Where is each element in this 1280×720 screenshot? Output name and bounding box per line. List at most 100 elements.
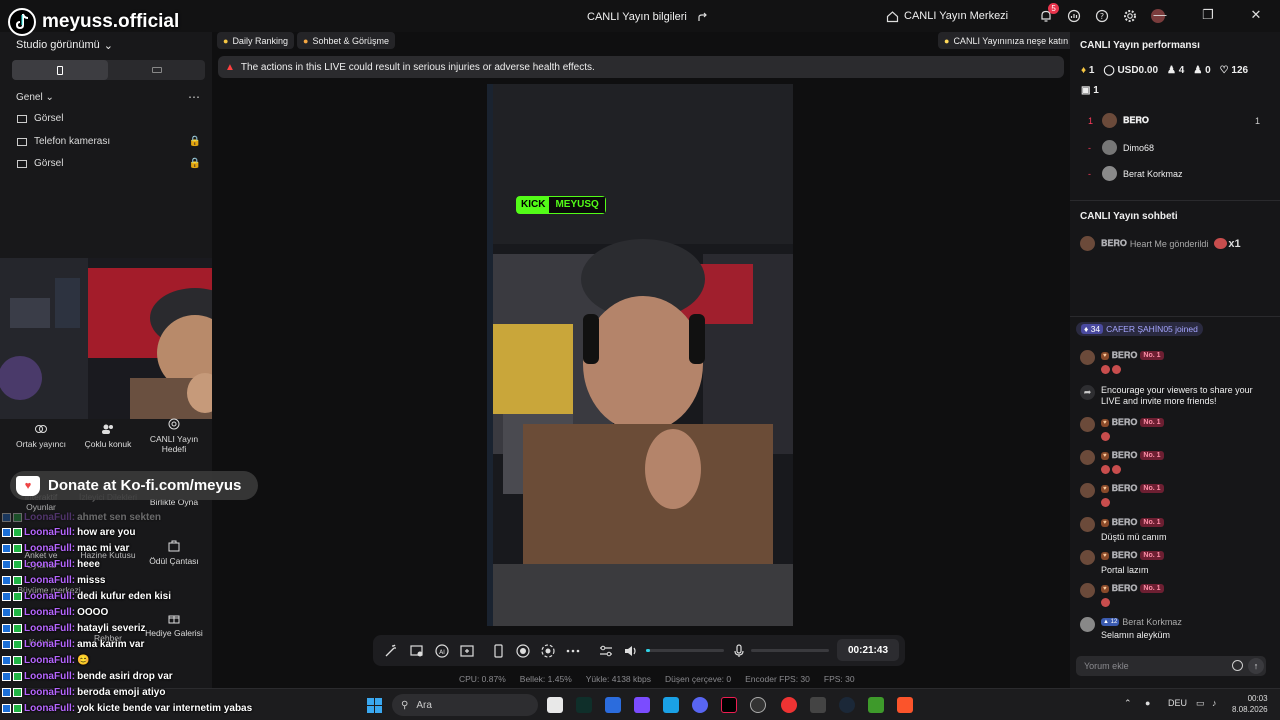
stats-icon[interactable] [1066, 8, 1082, 24]
gift-message: 𝐁𝐄𝐑𝐎 Heart Me gönderildi x1 [1080, 236, 1270, 251]
windows-start-icon[interactable] [367, 698, 382, 713]
more-icon[interactable]: ⋯ [188, 90, 200, 104]
send-icon[interactable]: ↑ [1248, 658, 1264, 674]
fun-tip-chip[interactable]: ● CANLI Yayınınıza neşe katın [938, 32, 1075, 49]
minecraft-icon[interactable] [868, 697, 884, 713]
effects-icon[interactable] [409, 643, 425, 659]
kick-badge-icon [2, 592, 11, 601]
chatgpt-icon[interactable] [750, 697, 766, 713]
gift-icon [167, 612, 181, 624]
capture-icon[interactable] [540, 643, 556, 659]
overlay-chat-text: heee [77, 559, 100, 570]
tool-live-goal[interactable]: CANLI Yayın Hedefi [142, 418, 206, 454]
chat-message: ♥ 𝐁𝐄𝐑𝐎 No. 1 [1080, 350, 1270, 376]
overlay-chat-text: yok kicte bende var internetim yabas [77, 703, 253, 714]
magic-wand-icon[interactable] [383, 643, 399, 659]
comment-input[interactable]: Yorum ekle ↑ [1076, 656, 1266, 676]
overlay-chat-text: OOOO [77, 607, 109, 618]
file-explorer-icon[interactable] [547, 697, 563, 713]
studio-view-dropdown[interactable]: Studio görünümü ⌄ [16, 39, 113, 52]
lock-icon[interactable]: 🔒 [189, 158, 201, 169]
record-icon[interactable] [515, 643, 531, 659]
lock-icon[interactable]: 🔒 [189, 136, 201, 147]
sub-badge-icon [13, 608, 22, 617]
language-indicator[interactable]: DEU [1168, 698, 1187, 708]
chat-call-chip[interactable]: ● Sohbet & Görüşme [297, 32, 395, 49]
divider [1070, 316, 1280, 317]
ai-icon[interactable]: AI [434, 643, 450, 659]
brave-icon[interactable] [897, 697, 913, 713]
chevron-up-icon[interactable]: ⌃ [1124, 698, 1132, 709]
volume-icon[interactable]: ♪ [1212, 698, 1217, 708]
tool-gift-gallery[interactable]: Hediye Galerisi [142, 612, 206, 638]
rose-gift-icon [1112, 365, 1121, 374]
source-item[interactable]: Görsel 🔒 [17, 158, 201, 169]
tiktok-studio-icon[interactable] [721, 697, 737, 713]
ranking-row[interactable]: - Dimo68 [1088, 140, 1260, 155]
rose-gift-icon [1101, 465, 1110, 474]
clock[interactable]: 00:03 8.08.2026 [1232, 693, 1268, 715]
kick-badge-icon [2, 528, 11, 537]
stream-preview[interactable] [487, 84, 793, 626]
help-icon[interactable]: ? [1094, 8, 1110, 24]
chat-user: 𝐁𝐄𝐑𝐎 [1111, 350, 1138, 360]
mixer-icon[interactable] [598, 643, 614, 659]
chip-label: Sohbet & Görüşme [312, 35, 389, 46]
emoji-icon[interactable] [1232, 660, 1243, 671]
grid-app-icon[interactable] [634, 697, 650, 713]
overlay-chat-line: LoonaFull: bende asiri drop var [2, 671, 173, 682]
section-general[interactable]: Genel ⌄ [16, 92, 54, 103]
monitor-icon[interactable]: ▭ [1196, 698, 1205, 709]
source-item[interactable]: Görsel [17, 113, 201, 124]
microphone-icon[interactable] [731, 643, 747, 659]
chat-message: ♥ 𝐁𝐄𝐑𝐎 No. 1 [1080, 583, 1270, 609]
dev-app-icon[interactable] [605, 697, 621, 713]
chip-label: CANLI Yayınınıza neşe katın [953, 35, 1069, 46]
svg-text:AI: AI [439, 649, 445, 656]
stat-memory: Bellek: 1.45% [519, 674, 572, 684]
live-info-link[interactable]: CANLI Yayın bilgileri [587, 9, 711, 25]
epic-games-icon[interactable] [810, 697, 826, 713]
overlay-chat-line: LoonaFull: misss [2, 575, 105, 586]
landscape-toggle[interactable] [109, 60, 205, 80]
microphone-icon[interactable]: ● [1145, 698, 1150, 708]
taskbar-search[interactable]: ⚲ Ara [392, 694, 538, 716]
recorder-icon[interactable] [781, 697, 797, 713]
chat-user: 𝐁𝐄𝐑𝐎 [1111, 583, 1138, 593]
restore-icon[interactable]: ❐ [1184, 7, 1232, 23]
phone-icon[interactable] [490, 643, 506, 659]
tool-reward-bag[interactable]: Ödül Çantası [142, 540, 206, 566]
more-icon[interactable] [565, 643, 581, 659]
bell-icon[interactable]: 5 [1038, 3, 1060, 24]
live-center-link[interactable]: CANLI Yayın Merkezi [884, 8, 1008, 24]
terminal-icon[interactable] [576, 697, 592, 713]
tool-co-host[interactable]: Ortak yayıncı [9, 423, 73, 449]
minimize-icon[interactable]: — [1136, 7, 1184, 23]
add-source-icon[interactable] [459, 643, 475, 659]
photos-icon[interactable] [663, 697, 679, 713]
tool-multi-guest[interactable]: Çoklu konuk [76, 423, 140, 449]
volume-slider[interactable] [646, 649, 724, 652]
live-timer: 00:21:43 [837, 639, 899, 661]
discord-icon[interactable] [692, 697, 708, 713]
avatar [1080, 583, 1095, 598]
warning-banner: ▲ The actions in this LIVE could result … [218, 56, 1064, 78]
overlay-chat-text: ama karim var [77, 639, 145, 650]
overlay-chat-user: LoonaFull: [24, 591, 76, 602]
ranking-row[interactable]: 1 𝐁𝐄𝐑𝐎 1 [1088, 113, 1260, 128]
portrait-toggle[interactable] [12, 60, 108, 80]
encourage-text: Encourage your viewers to share your LIV… [1101, 385, 1253, 406]
rank-number: 1 [1088, 115, 1094, 126]
overlay-chat-user: LoonaFull: [24, 543, 76, 554]
overlay-chat-user: LoonaFull: [24, 623, 76, 634]
tool-label: Hediye Galerisi [145, 628, 203, 638]
speaker-icon[interactable] [623, 643, 639, 659]
source-item[interactable]: Telefon kamerası 🔒 [17, 136, 201, 147]
daily-ranking-chip[interactable]: ● Daily Ranking [217, 32, 294, 49]
avatar [1080, 450, 1095, 465]
avatar [1102, 140, 1117, 155]
close-icon[interactable]: ✕ [1232, 7, 1280, 23]
performance-metrics: ♦ 1 ◯ USD0.00 ♟ 4 ♟ 0 ♡ 126 [1081, 65, 1248, 76]
steam-icon[interactable] [839, 697, 855, 713]
ranking-row[interactable]: - Berat Korkmaz [1088, 166, 1260, 181]
